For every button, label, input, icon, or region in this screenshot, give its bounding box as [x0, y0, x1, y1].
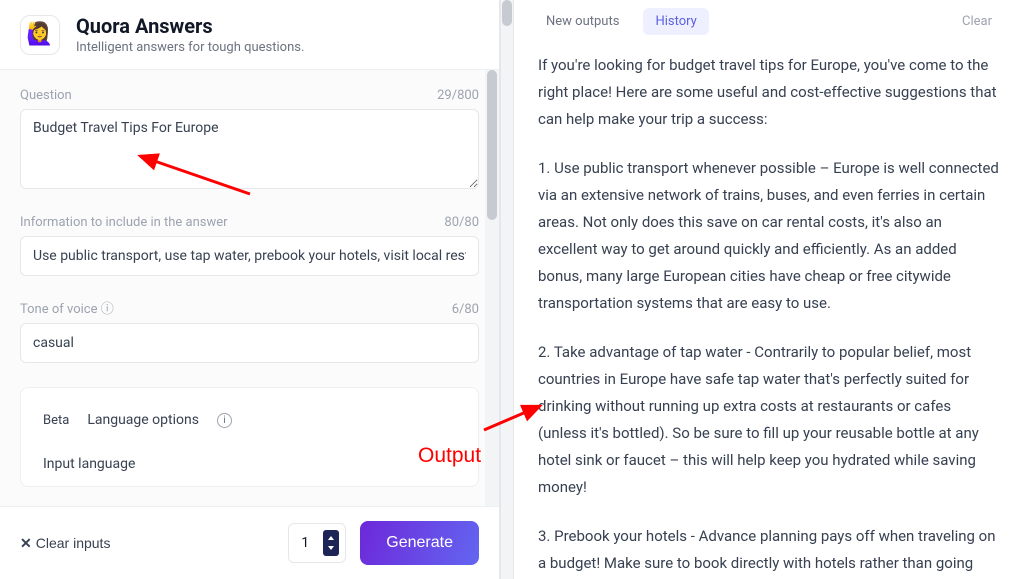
generate-button[interactable]: Generate [360, 521, 479, 565]
question-label: Question [20, 88, 72, 103]
question-counter: 29/800 [437, 88, 479, 103]
output-intro: If you're looking for budget travel tips… [538, 52, 1002, 133]
language-options-header: Beta Language options i [43, 412, 456, 428]
clear-inputs-button[interactable]: ✕ Clear inputs [20, 535, 110, 552]
language-options-title: Language options [87, 412, 199, 428]
tone-label: Tone of voice ⓘ [20, 298, 114, 317]
clear-output-button[interactable]: Clear [950, 8, 1004, 35]
tab-new-outputs[interactable]: New outputs [534, 8, 631, 35]
app-header-text: Quora Answers Intelligent answers for to… [76, 14, 304, 55]
app-title: Quora Answers [76, 14, 304, 38]
info-icon[interactable]: i [217, 413, 232, 428]
pane-divider[interactable] [500, 0, 514, 579]
bottom-bar: ✕ Clear inputs 1 Generate [0, 506, 499, 579]
output-tip-1: 1. Use public transport whenever possibl… [538, 155, 1002, 317]
app-icon: 🙋‍♀️ [20, 15, 60, 55]
left-scrollbar-thumb[interactable] [487, 70, 497, 220]
generation-count-stepper[interactable]: 1 [288, 523, 346, 563]
output-tip-2: 2. Take advantage of tap water - Contrar… [538, 339, 1002, 501]
beta-tag: Beta [43, 413, 69, 428]
left-pane: 🙋‍♀️ Quora Answers Intelligent answers f… [0, 0, 500, 579]
clear-inputs-label: Clear inputs [36, 535, 111, 551]
tone-counter: 6/80 [452, 302, 479, 317]
info-counter: 80/80 [444, 215, 479, 230]
output-content[interactable]: If you're looking for budget travel tips… [514, 42, 1024, 579]
stepper-icon[interactable] [323, 530, 339, 556]
left-header: 🙋‍♀️ Quora Answers Intelligent answers f… [0, 0, 499, 70]
app-icon-emoji: 🙋‍♀️ [26, 22, 53, 47]
language-options-card: Beta Language options i Input language [20, 387, 479, 487]
left-scrollbar[interactable] [485, 70, 499, 506]
info-label: Information to include in the answer [20, 215, 228, 230]
tone-label-row: Tone of voice ⓘ 6/80 [20, 298, 479, 317]
tab-history[interactable]: History [643, 8, 708, 35]
question-label-row: Question 29/800 [20, 88, 479, 103]
form-scroll[interactable]: Question 29/800 Information to include i… [0, 70, 499, 506]
app-subtitle: Intelligent answers for tough questions. [76, 40, 304, 55]
generate-button-label: Generate [386, 534, 453, 551]
right-pane: New outputs History Clear If you're look… [514, 0, 1024, 579]
input-language-label: Input language [43, 456, 456, 472]
tone-input[interactable] [20, 323, 479, 363]
generation-count-value: 1 [301, 535, 309, 551]
info-input[interactable] [20, 236, 479, 276]
question-input[interactable] [20, 109, 479, 189]
bottom-right-controls: 1 Generate [288, 521, 479, 565]
output-tip-3: 3. Prebook your hotels - Advance plannin… [538, 523, 1002, 579]
output-tabs: New outputs History Clear [514, 0, 1024, 42]
info-label-row: Information to include in the answer 80/… [20, 215, 479, 230]
close-icon: ✕ [20, 535, 32, 552]
